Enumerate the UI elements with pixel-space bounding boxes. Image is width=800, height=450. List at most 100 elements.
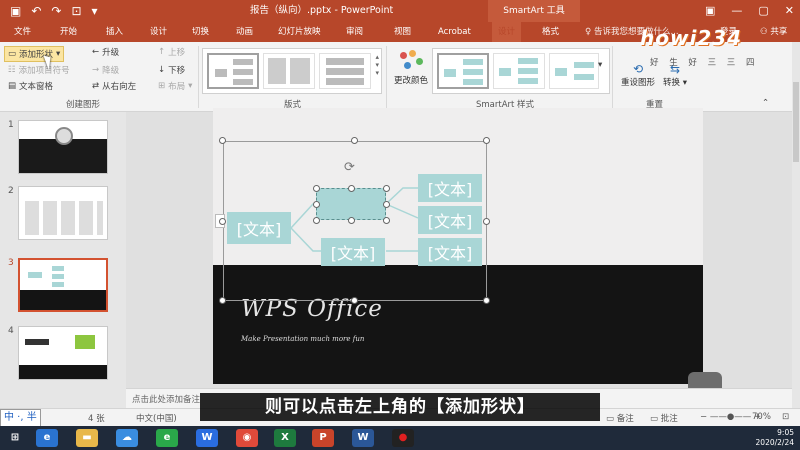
resize-handle[interactable]: [219, 297, 226, 304]
smartart-node-leaf-3[interactable]: [文本]: [418, 238, 482, 266]
smartart-node-mid[interactable]: [文本]: [321, 238, 385, 266]
smartart-node-root[interactable]: [文本]: [227, 212, 291, 244]
windows-start-icon[interactable]: ⊞: [4, 429, 26, 447]
change-colors-button[interactable]: 更改颜色: [390, 48, 432, 94]
slide-thumbnail-4[interactable]: [18, 326, 108, 380]
chrome-icon[interactable]: ◉: [236, 429, 258, 447]
resize-handle[interactable]: [483, 137, 490, 144]
right-to-left-button[interactable]: ⇄ 从右向左: [92, 80, 136, 92]
ribbon-display-icon[interactable]: ▣: [705, 0, 715, 22]
shape-handle[interactable]: [383, 201, 390, 208]
ribbon-separator: [612, 46, 613, 108]
style-option-2[interactable]: [493, 53, 545, 89]
resize-handle[interactable]: [351, 297, 358, 304]
layout-option-2[interactable]: [263, 53, 315, 89]
undo-icon[interactable]: ↶: [31, 4, 41, 18]
notes-placeholder: 点击此处添加备注: [132, 395, 201, 405]
scrollbar-thumb[interactable]: [793, 82, 799, 162]
promote-button[interactable]: ← 升级: [92, 46, 119, 58]
resize-handle[interactable]: [483, 218, 490, 225]
move-up-button[interactable]: ↑ 上移: [158, 46, 185, 58]
slideshow-icon[interactable]: ⊡: [71, 4, 81, 18]
rotate-handle-icon[interactable]: ⟳: [344, 160, 355, 175]
layout-option-3[interactable]: [319, 53, 371, 89]
notes-toggle[interactable]: ▭ 备注: [606, 412, 634, 424]
share-button[interactable]: ⚇ 共享: [760, 22, 787, 42]
add-shape-button[interactable]: ▭ 添加形状 ▾: [4, 46, 65, 62]
layout-button[interactable]: ⊞ 布局 ▾: [158, 80, 192, 92]
ime-indicator[interactable]: 中 ·, 半: [0, 409, 41, 427]
text-pane-button[interactable]: ▤ 文本窗格: [8, 80, 53, 92]
file-explorer-icon[interactable]: ▬: [76, 429, 98, 447]
current-slide[interactable]: WPS Office Make Presentation much more f…: [213, 108, 703, 384]
tab-0[interactable]: 文件: [14, 22, 31, 42]
stopwatch-icon: [55, 127, 73, 145]
tab-3[interactable]: 设计: [150, 22, 167, 42]
recorder-icon[interactable]: ●: [392, 429, 414, 447]
tab-1[interactable]: 开始: [60, 22, 77, 42]
smartart-tools-label: SmartArt 工具: [488, 0, 580, 22]
close-button[interactable]: ✕: [785, 0, 794, 22]
excel-icon[interactable]: X: [274, 429, 296, 447]
style-option-3[interactable]: [549, 53, 599, 89]
gallery-more-icon[interactable]: ▴ ▾ ▾: [375, 53, 379, 77]
minimize-button[interactable]: —: [731, 0, 742, 22]
zoom-level[interactable]: 70%: [752, 412, 771, 422]
smartart-node-selected[interactable]: [316, 188, 386, 220]
wps-icon[interactable]: W: [196, 429, 218, 447]
resize-handle[interactable]: [219, 218, 226, 225]
tab-6[interactable]: 幻灯片放映: [278, 22, 321, 42]
ribbon-separator: [198, 46, 199, 108]
shape-handle[interactable]: [383, 217, 390, 224]
add-bullet-button[interactable]: ☷ 添加项目符号: [8, 64, 70, 76]
maximize-button[interactable]: ▢: [758, 0, 768, 22]
shape-handle[interactable]: [383, 185, 390, 192]
word-icon[interactable]: W: [352, 429, 374, 447]
browser-icon[interactable]: e: [156, 429, 178, 447]
resize-handle[interactable]: [219, 137, 226, 144]
collapse-ribbon-icon[interactable]: ⌃: [762, 98, 769, 108]
redo-icon[interactable]: ↷: [51, 4, 61, 18]
tab-smartart-design[interactable]: 设计: [492, 22, 522, 42]
demote-button[interactable]: → 降级: [92, 64, 119, 76]
tab-5[interactable]: 动画: [236, 22, 253, 42]
slide-thumbnail-3[interactable]: [18, 258, 108, 312]
save-icon[interactable]: ▣: [10, 4, 21, 18]
arrow-up-icon: ↑: [158, 47, 166, 57]
fit-slide-icon[interactable]: ⊡: [782, 412, 789, 422]
tab-8[interactable]: 视图: [394, 22, 411, 42]
shape-handle[interactable]: [348, 217, 355, 224]
ie-icon[interactable]: e: [36, 429, 58, 447]
tab-smartart-format[interactable]: 格式: [542, 22, 559, 42]
shape-handle[interactable]: [313, 217, 320, 224]
vertical-scrollbar[interactable]: [792, 42, 800, 408]
tab-4[interactable]: 切换: [192, 22, 209, 42]
move-down-button[interactable]: ↓ 下移: [158, 64, 185, 76]
powerpoint-icon[interactable]: P: [312, 429, 334, 447]
shape-handle[interactable]: [313, 185, 320, 192]
slide-thumbnail-2[interactable]: [18, 186, 108, 240]
layout-option-1[interactable]: [207, 53, 259, 89]
smartart-node-leaf-1[interactable]: [文本]: [418, 174, 482, 202]
tab-2[interactable]: 插入: [106, 22, 123, 42]
customize-icon[interactable]: ▾: [92, 4, 98, 18]
language-indicator[interactable]: 中文(中国): [136, 412, 177, 424]
thumb-number: 3: [8, 258, 14, 268]
baidu-netdisk-icon[interactable]: ☁: [116, 429, 138, 447]
arrow-left-icon: ←: [92, 47, 100, 57]
style-option-1[interactable]: [437, 53, 489, 89]
tab-9[interactable]: Acrobat: [438, 22, 471, 42]
comments-toggle[interactable]: ▭ 批注: [650, 412, 678, 424]
tab-7[interactable]: 审阅: [346, 22, 363, 42]
shape-handle[interactable]: [313, 201, 320, 208]
shape-handle[interactable]: [348, 185, 355, 192]
slide-thumbnail-1[interactable]: [18, 120, 108, 174]
resize-handle[interactable]: [483, 297, 490, 304]
layout-icon: ⊞: [158, 81, 166, 91]
taskbar-clock[interactable]: 9:05 2020/2/24: [756, 428, 794, 448]
smartart-node-leaf-2[interactable]: [文本]: [418, 206, 482, 234]
thumb-number: 2: [8, 186, 14, 196]
layout-gallery: ▴ ▾ ▾: [202, 48, 382, 94]
styles-more-icon[interactable]: ▾: [598, 60, 602, 70]
resize-handle[interactable]: [351, 137, 358, 144]
